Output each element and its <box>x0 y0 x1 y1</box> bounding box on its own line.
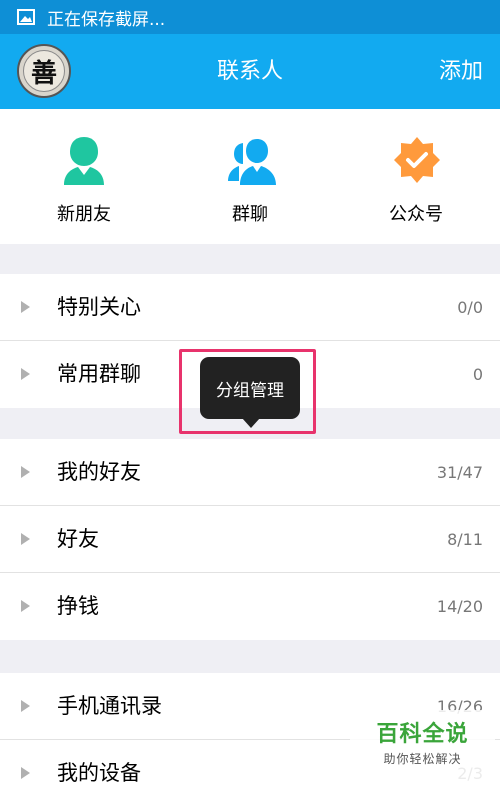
group-count: 8/11 <box>447 530 483 549</box>
highlight-box <box>179 349 316 434</box>
add-button[interactable]: 添加 <box>439 34 483 109</box>
expand-arrow-icon <box>21 301 30 313</box>
person-icon <box>64 137 104 185</box>
group-label: 挣钱 <box>57 594 99 618</box>
status-bar: 正在保存截屏... <box>0 0 500 34</box>
watermark-subtitle: 助你轻松解决 <box>383 752 462 766</box>
expand-arrow-icon <box>21 466 30 478</box>
avatar-glyph: 善 <box>23 50 65 92</box>
watermark: 百科全说 助你轻松解决 <box>350 710 495 790</box>
expand-arrow-icon <box>21 767 30 779</box>
new-friends-button[interactable]: 新朋友 <box>19 109 149 244</box>
app-header: 联系人 善 添加 <box>0 34 500 109</box>
group-label: 手机通讯录 <box>57 694 162 718</box>
group-label: 好友 <box>57 527 99 551</box>
status-text: 正在保存截屏... <box>47 9 166 30</box>
quick-label: 群聊 <box>232 204 268 225</box>
group-row-friends[interactable]: 好友 8/11 <box>0 506 500 573</box>
expand-arrow-icon <box>21 600 30 612</box>
avatar[interactable]: 善 <box>17 44 71 98</box>
quick-label: 公众号 <box>389 204 443 225</box>
watermark-title: 百科全说 <box>376 722 469 747</box>
quick-actions: 新朋友 群聊 公众号 <box>0 109 500 244</box>
official-accounts-button[interactable]: 公众号 <box>351 109 481 244</box>
expand-arrow-icon <box>21 533 30 545</box>
group-count: 0/0 <box>457 298 483 317</box>
group-row-special[interactable]: 特别关心 0/0 <box>0 274 500 341</box>
group-count: 14/20 <box>436 597 483 616</box>
quick-label: 新朋友 <box>57 204 111 225</box>
page-title: 联系人 <box>216 59 283 84</box>
image-icon <box>17 9 35 25</box>
badge-check-icon <box>394 137 440 183</box>
group-row-my-friends[interactable]: 我的好友 31/47 <box>0 439 500 506</box>
expand-arrow-icon <box>21 368 30 380</box>
group-chat-button[interactable]: 群聊 <box>185 109 315 244</box>
group-label: 我的好友 <box>57 460 141 484</box>
group-label: 常用群聊 <box>57 362 141 386</box>
group-icon <box>228 139 276 185</box>
group-label: 特别关心 <box>57 295 141 319</box>
expand-arrow-icon <box>21 700 30 712</box>
group-count: 0 <box>472 365 483 384</box>
group-row-earn-money[interactable]: 挣钱 14/20 <box>0 573 500 640</box>
group-section: 我的好友 31/47 好友 8/11 挣钱 14/20 <box>0 439 500 640</box>
group-count: 31/47 <box>436 463 483 482</box>
group-label: 我的设备 <box>57 761 141 785</box>
